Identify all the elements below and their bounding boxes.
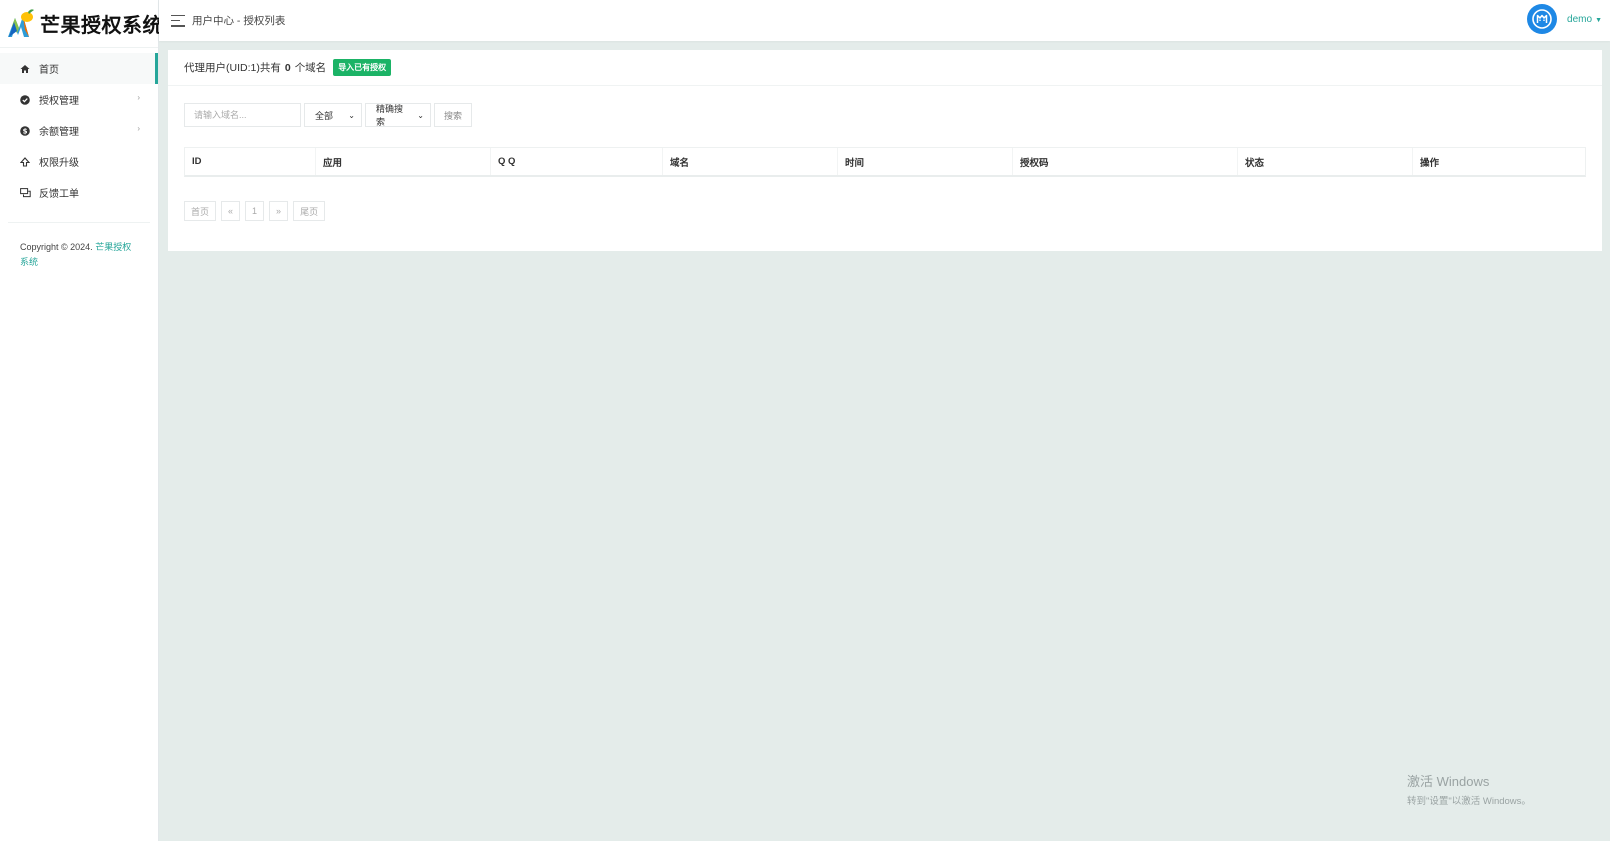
- menu-toggle-icon[interactable]: [171, 14, 185, 27]
- domain-search-input[interactable]: [184, 103, 301, 127]
- summary-prefix: 代理用户(UID:1)共有: [184, 62, 281, 74]
- filter-select[interactable]: 全部 ⌄: [304, 103, 362, 127]
- sidebar-item-label: 首页: [39, 65, 59, 76]
- page-next-button[interactable]: »: [269, 201, 289, 221]
- sidebar-nav: 首页 授权管理 › $ 余额管理 › 权限升级 反馈工单: [0, 53, 158, 208]
- watermark-title: 激活 Windows: [1407, 774, 1490, 789]
- column-header-actions[interactable]: 操作: [1413, 148, 1585, 175]
- summary-suffix: 个域名: [294, 62, 327, 74]
- windows-activation-watermark: 激活 Windows 转到"设置"以激活 Windows。: [1407, 771, 1531, 807]
- chevron-right-icon: ›: [137, 93, 140, 102]
- mango-logo-icon: [6, 8, 36, 40]
- page-current-button[interactable]: 1: [245, 201, 265, 221]
- home-icon: [19, 63, 31, 75]
- table-header: ID 应用 Q Q 域名 时间 授权码 状态 操作: [185, 148, 1585, 175]
- user-menu[interactable]: demo ▼: [1527, 4, 1602, 34]
- panel-heading: 代理用户(UID:1)共有 0 个域名 导入已有授权: [168, 50, 1602, 86]
- search-bar: 全部 ⌄ 精确搜索 ⌄ 搜索: [184, 103, 473, 127]
- username[interactable]: demo ▼: [1567, 14, 1602, 25]
- domain-count: 0: [284, 61, 291, 74]
- search-mode-select[interactable]: 精确搜索 ⌄: [365, 103, 431, 127]
- svg-text:$: $: [23, 127, 28, 135]
- check-circle-icon: [19, 94, 31, 106]
- sidebar-item-balance-management[interactable]: $ 余额管理 ›: [0, 115, 158, 146]
- pagination: 首页 « 1 » 尾页: [184, 201, 330, 221]
- page-first-button[interactable]: 首页: [184, 201, 217, 221]
- search-button[interactable]: 搜索: [434, 103, 473, 127]
- copyright: Copyright © 2024. 芒果授权系统: [0, 223, 158, 270]
- auth-list-panel: 代理用户(UID:1)共有 0 个域名 导入已有授权 全部 ⌄ 精确搜索 ⌄ 搜…: [168, 50, 1602, 251]
- comments-icon: [19, 187, 31, 199]
- sidebar-item-label: 授权管理: [39, 96, 79, 107]
- page-last-button[interactable]: 尾页: [293, 201, 326, 221]
- copyright-text: Copyright © 2024.: [20, 242, 93, 252]
- currency-icon: $: [19, 125, 31, 137]
- column-header-time[interactable]: 时间: [838, 148, 1013, 175]
- sidebar-item-label: 余额管理: [39, 127, 79, 138]
- chevron-down-icon: ⌄: [417, 110, 424, 120]
- avatar[interactable]: [1527, 4, 1558, 34]
- arrow-up-icon: [19, 156, 31, 168]
- page-prev-button[interactable]: «: [221, 201, 241, 221]
- watermark-subtitle: 转到"设置"以激活 Windows。: [1407, 796, 1531, 807]
- import-auth-button[interactable]: 导入已有授权: [333, 59, 392, 76]
- sidebar-item-auth-management[interactable]: 授权管理 ›: [0, 84, 158, 115]
- column-header-id[interactable]: ID: [185, 148, 316, 175]
- column-header-status[interactable]: 状态: [1238, 148, 1413, 175]
- caret-down-icon: ▼: [1595, 16, 1602, 24]
- auth-table: ID 应用 Q Q 域名 时间 授权码 状态 操作: [184, 147, 1586, 177]
- brand-name: 芒果授权系统: [40, 13, 163, 37]
- breadcrumb: 用户中心 - 授权列表: [192, 15, 286, 27]
- sidebar-item-label: 权限升级: [39, 158, 79, 169]
- top-header: 用户中心 - 授权列表 demo ▼: [159, 0, 1610, 41]
- chevron-down-icon: ⌄: [348, 110, 355, 120]
- chevron-right-icon: ›: [137, 124, 140, 133]
- column-header-app[interactable]: 应用: [316, 148, 491, 175]
- brand[interactable]: 芒果授权系统: [0, 0, 163, 48]
- column-header-domain[interactable]: 域名: [663, 148, 838, 175]
- sidebar-item-permission-upgrade[interactable]: 权限升级: [0, 146, 158, 177]
- sidebar-item-label: 反馈工单: [39, 189, 79, 200]
- sidebar: 芒果授权系统 首页 授权管理 › $ 余额管理 › 权限升级 反馈工单 Copy…: [0, 0, 163, 841]
- column-header-qq[interactable]: Q Q: [491, 148, 663, 175]
- sidebar-item-home[interactable]: 首页: [0, 53, 158, 84]
- avatar-cat-icon: [1532, 9, 1552, 29]
- column-header-auth-code[interactable]: 授权码: [1013, 148, 1238, 175]
- sidebar-item-feedback-ticket[interactable]: 反馈工单: [0, 177, 158, 208]
